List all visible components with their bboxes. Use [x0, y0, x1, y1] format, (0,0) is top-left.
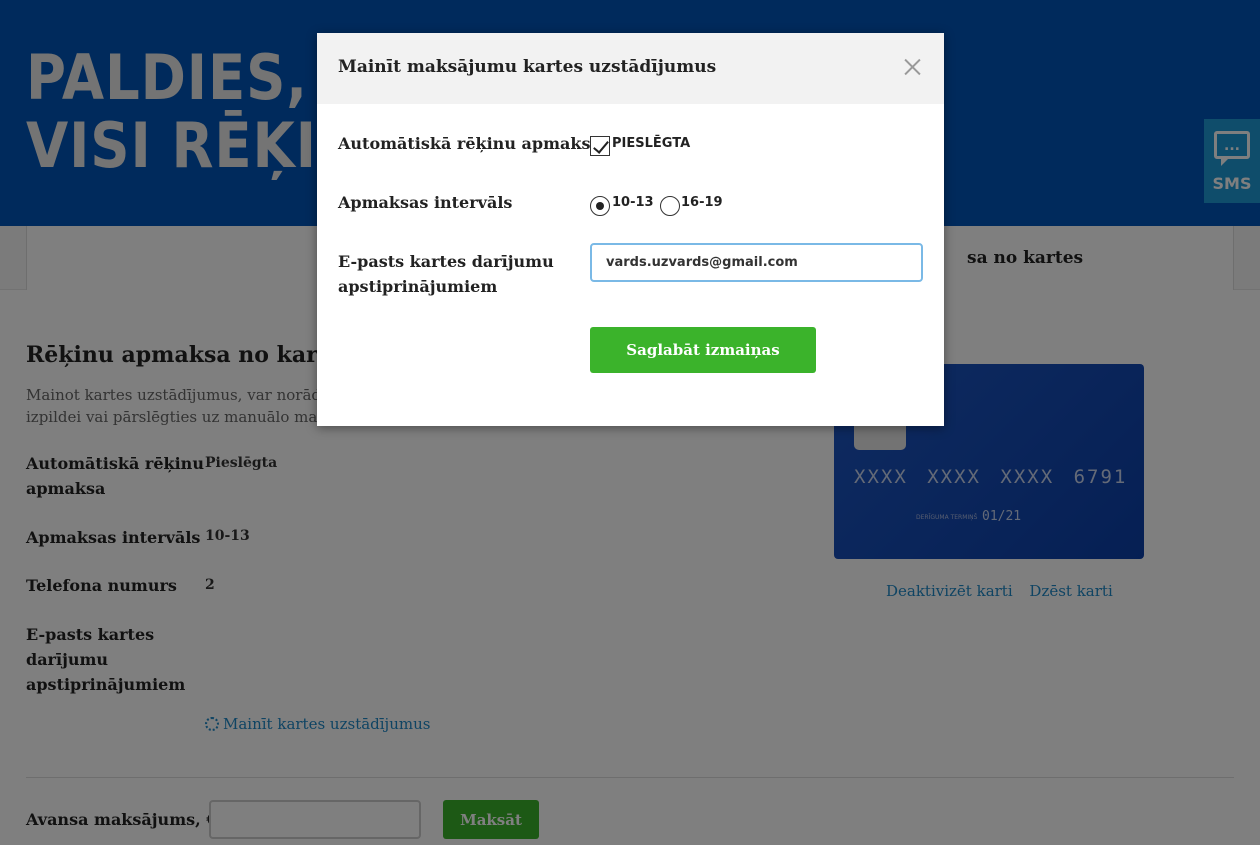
- card-settings-modal: Mainīt maksājumu kartes uzstādījumus Aut…: [317, 33, 944, 426]
- modal-header: Mainīt maksājumu kartes uzstādījumus: [317, 33, 944, 104]
- interval-radio-16-19[interactable]: [660, 196, 680, 216]
- interval-option-16-19: 16-19: [681, 195, 723, 210]
- interval-option-10-13: 10-13: [612, 195, 654, 210]
- modal-auto-pay-label: Automātiskā rēķinu apmaksa: [338, 134, 601, 153]
- modal-title: Mainīt maksājumu kartes uzstādījumus: [338, 57, 717, 77]
- modal-email-label-line1: E-pasts kartes darījumu: [338, 252, 554, 271]
- modal-email-label-line2: apstiprinājumiem: [338, 277, 498, 296]
- email-field[interactable]: [590, 243, 923, 282]
- auto-pay-checkbox[interactable]: [590, 136, 610, 156]
- modal-interval-label: Apmaksas intervāls: [338, 193, 513, 212]
- modal-email-label: E-pasts kartes darījumu apstiprinājumiem: [338, 249, 554, 299]
- auto-pay-status: PIESLĒGTA: [612, 136, 691, 151]
- interval-radio-10-13[interactable]: [590, 196, 610, 216]
- close-icon[interactable]: [898, 53, 926, 81]
- save-changes-button[interactable]: Saglabāt izmaiņas: [590, 327, 816, 373]
